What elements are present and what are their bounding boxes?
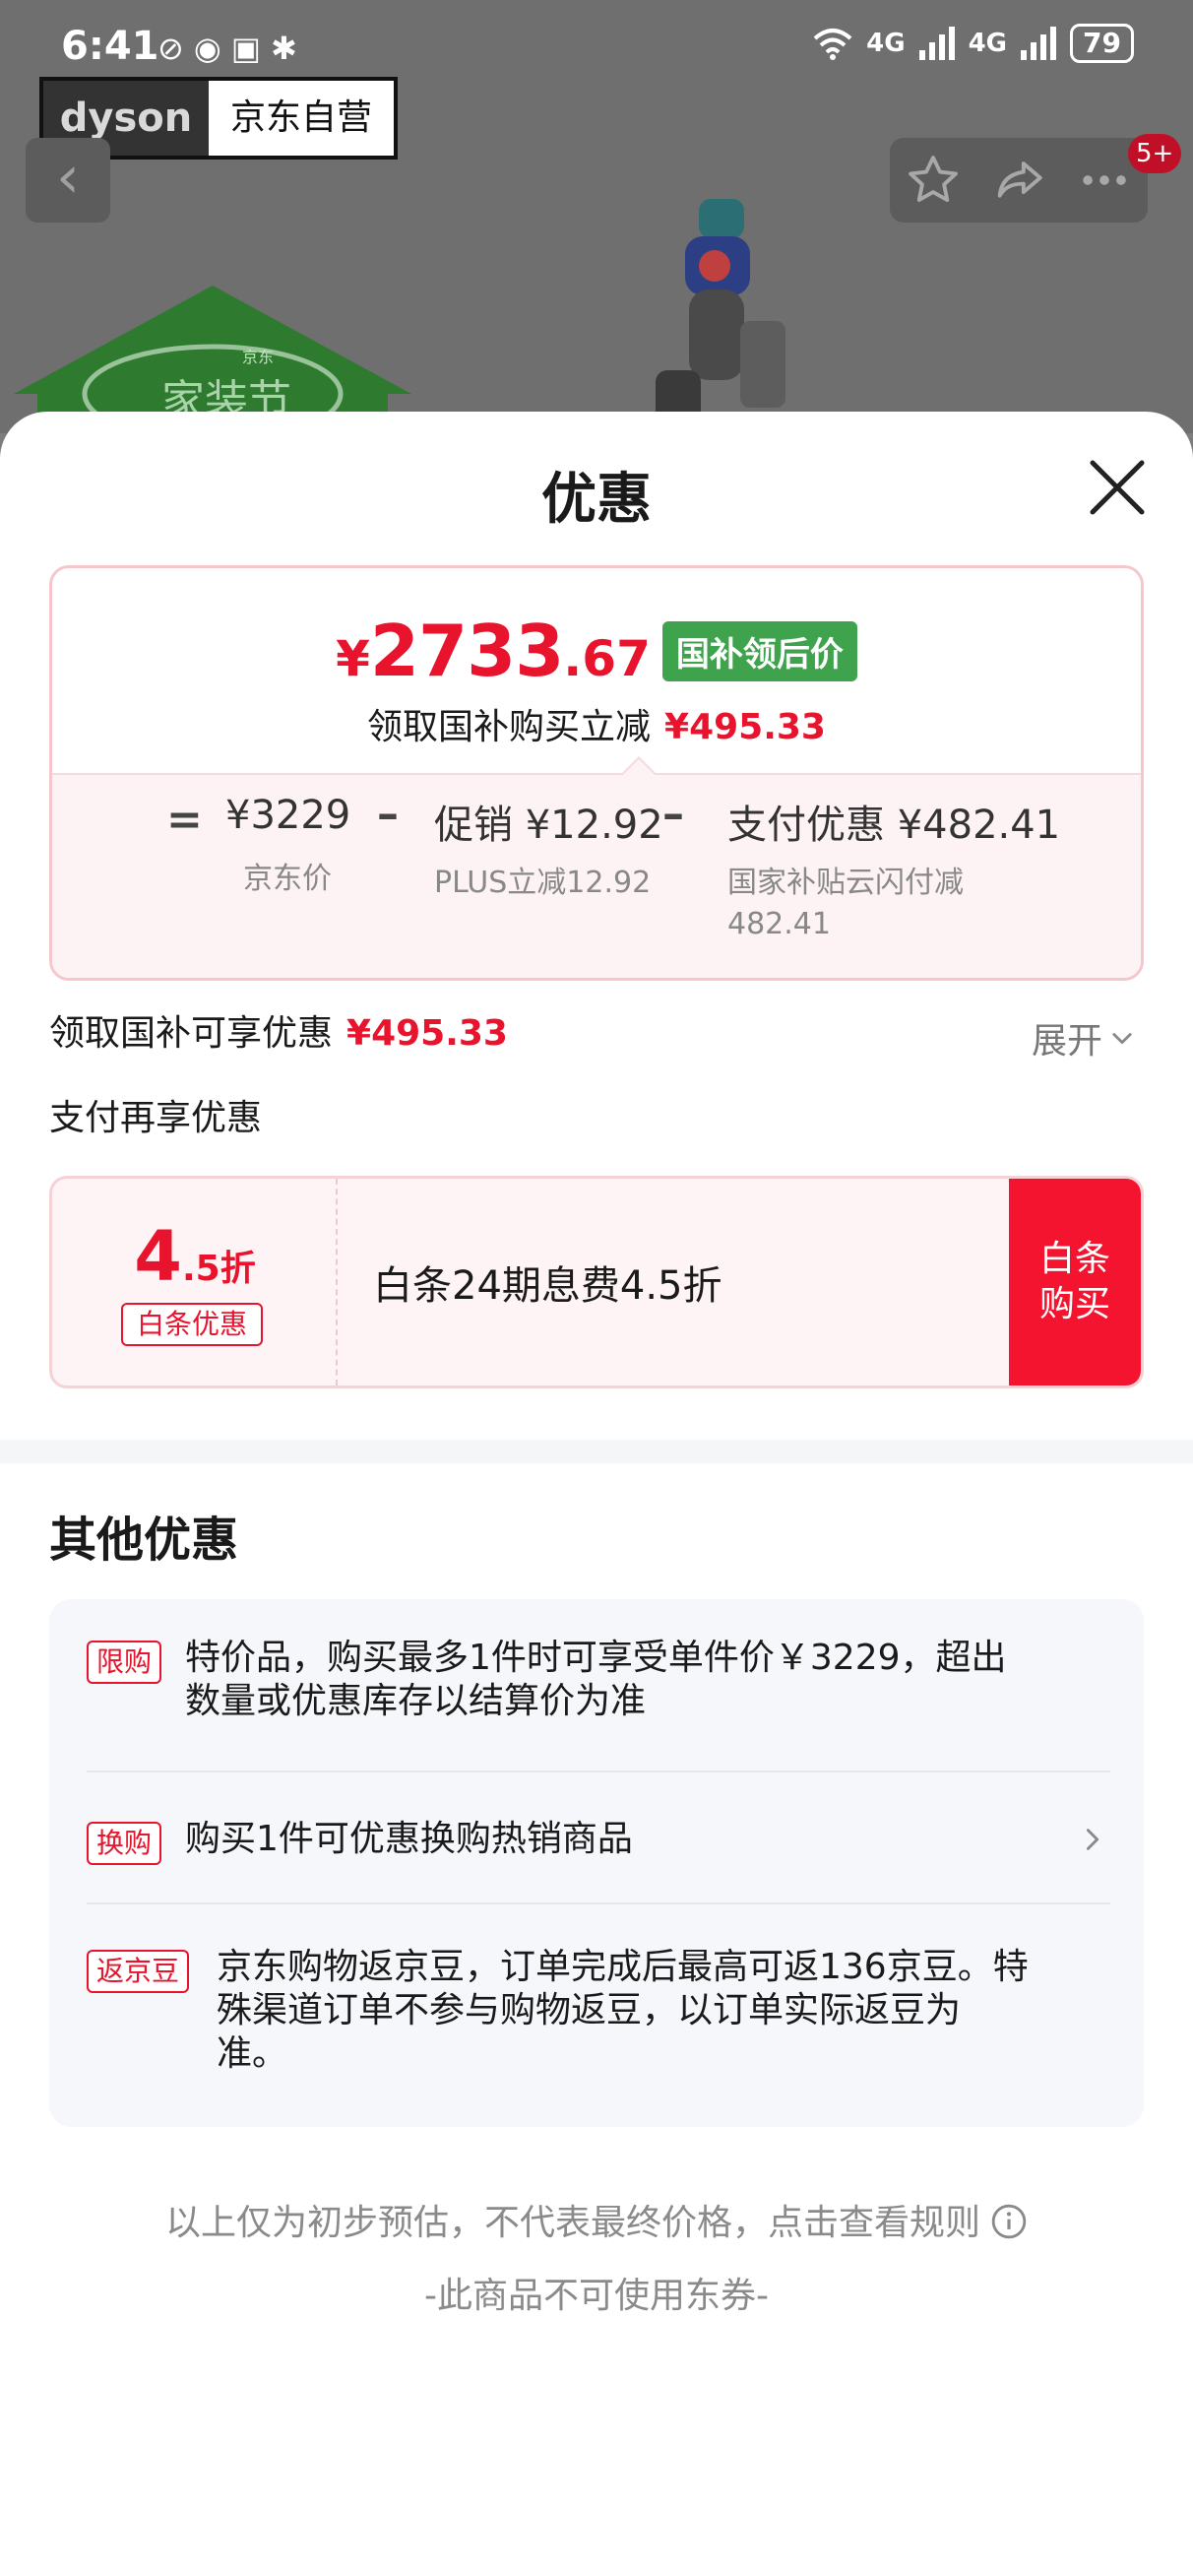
message-count-badge: 5+: [1128, 134, 1182, 173]
nfc-icon: ▣: [230, 30, 261, 67]
back-button[interactable]: ‹: [26, 138, 110, 223]
equals-sign: =: [166, 795, 203, 845]
network-label-2: 4G: [968, 29, 1008, 58]
bluetooth-icon: ✱: [270, 30, 297, 67]
exchange-purchase-text: 购买1件可优惠换购热销商品: [185, 1819, 633, 1859]
minus-sign-1: –: [377, 789, 399, 839]
other-discounts-list: 限购 特价品，购买最多1件时可享受单件价￥3229，超出 数量或优惠库存以结算价…: [49, 1599, 1144, 2127]
promo-value: 促销 ¥12.92: [434, 793, 663, 850]
currency-symbol: ¥: [336, 630, 370, 687]
final-price: ¥2733.67 国补领后价: [52, 610, 1141, 692]
expand-button[interactable]: 展开: [1032, 1012, 1136, 1063]
pay-label-line2: 482.41: [727, 907, 831, 941]
baitiao-rate: 4.5折: [52, 1216, 338, 1297]
gov-subsidy-row: 领取国补可享优惠 ¥495.33: [49, 1004, 508, 1056]
price-summary: ¥2733.67 国补领后价 领取国补购买立减 ¥495.33: [52, 568, 1141, 773]
pay-section-label: 支付再享优惠: [49, 1098, 263, 1138]
top-action-bar: [890, 138, 1148, 223]
pay-amount: ¥482.41: [897, 803, 1061, 848]
other-discounts-title: 其他优惠: [49, 1513, 239, 1568]
price-decimal: .67: [563, 630, 651, 687]
baitiao-offer-card[interactable]: 4.5折 白条优惠 白条24期息费4.5折 白条购买: [49, 1176, 1144, 1388]
battery-icon: 79: [1070, 24, 1134, 63]
divider: [87, 1902, 1110, 1904]
rules-disclaimer[interactable]: 以上仅为初步预估，不代表最终价格，点击查看规则: [0, 2194, 1193, 2245]
list-item-jingdou-rebate: 返京豆 京东购物返京豆，订单完成后最高可返136京豆。特 殊渠道订单不参与购物返…: [87, 1946, 1110, 2093]
jingdou-rebate-line2: 殊渠道订单不参与购物返豆，以订单实际返豆为: [217, 1990, 962, 2030]
expand-label: 展开: [1032, 1021, 1103, 1062]
jingdou-rebate-line3: 准。: [217, 2033, 288, 2074]
promo-small-label: 京东: [242, 348, 274, 366]
chevron-left-icon: ‹: [56, 143, 80, 212]
status-time: 6:41: [61, 24, 159, 69]
baitiao-rate-block: 4.5折 白条优惠: [52, 1179, 338, 1385]
buy-label-line2: 购买: [1038, 1284, 1110, 1324]
promo-prefix: 促销: [434, 803, 513, 848]
limit-purchase-line1: 特价品，购买最多1件时可享受单件价￥3229，超出: [185, 1638, 1007, 1678]
pay-discount-value: 支付优惠 ¥482.41: [727, 793, 1060, 850]
status-right-icons: 4G 4G 79: [813, 24, 1134, 63]
status-left-icons: ⊘ ◉ ▣ ✱: [157, 30, 297, 67]
gov-subsidy-amount: ¥495.33: [346, 1013, 508, 1054]
price-integer: 2733: [369, 610, 564, 692]
buy-label-line1: 白条: [1038, 1239, 1110, 1279]
promo-label: PLUS立减12.92: [434, 866, 652, 900]
baitiao-description: 白条24期息费4.5折: [373, 1263, 722, 1309]
price-subtitle: 领取国补购买立减 ¥495.33: [52, 698, 1141, 749]
gov-subsidy-label: 领取国补可享优惠: [49, 1013, 334, 1054]
limit-purchase-line2: 数量或优惠库存以结算价为准: [185, 1681, 647, 1721]
signal-icon-2: [1021, 27, 1057, 60]
disclaimer-text: 以上仅为初步预估，不代表最终价格，点击查看规则: [164, 2203, 980, 2243]
no-coupon-note: -此商品不可使用东券-: [424, 2276, 769, 2316]
info-icon[interactable]: [990, 2203, 1028, 2240]
share-icon[interactable]: [990, 152, 1047, 209]
rate-small: .5折: [181, 1249, 256, 1289]
rate-big: 4: [134, 1216, 182, 1297]
wifi-icon: [813, 29, 852, 60]
subtitle-amount: ¥495.33: [664, 707, 826, 747]
baitiao-tag: 白条优惠: [121, 1303, 263, 1346]
price-tag-badge: 国补领后价: [661, 621, 857, 681]
subtitle-text: 领取国补购买立减: [367, 707, 652, 747]
network-label-1: 4G: [866, 29, 906, 58]
speed-icon: ⊘: [157, 30, 184, 67]
divider: [87, 1771, 1110, 1772]
background-product-page: 6:41 ⊘ ◉ ▣ ✱ 4G 4G 79 dyson 京东自营 ‹ 5+ 京东…: [0, 0, 1193, 433]
list-item-exchange-purchase[interactable]: 换购 购买1件可优惠换购热销商品: [87, 1818, 1110, 1867]
list-item-limit-purchase: 限购 特价品，购买最多1件时可享受单件价￥3229，超出 数量或优惠库存以结算价…: [87, 1637, 1110, 1735]
baitiao-buy-button[interactable]: 白条 购买: [1009, 1179, 1141, 1385]
price-formula: = ¥3229 京东价 – 促销 ¥12.92 PLUS立减12.92 – 支付…: [52, 773, 1141, 978]
jingdou-rebate-line1: 京东购物返京豆，订单完成后最高可返136京豆。特: [217, 1947, 1029, 1987]
base-price-value: ¥3229: [225, 793, 351, 838]
limit-purchase-tag: 限购: [87, 1641, 162, 1684]
section-divider: [0, 1440, 1193, 1463]
star-icon[interactable]: [905, 152, 962, 209]
pay-prefix: 支付优惠: [727, 803, 885, 848]
eye-icon: ◉: [193, 30, 221, 67]
sheet-title: 优惠: [541, 468, 652, 532]
exchange-purchase-tag: 换购: [87, 1822, 162, 1865]
discount-sheet: 优惠 ¥2733.67 国补领后价 领取国补购买立减 ¥495.33 = ¥3229…: [0, 412, 1193, 2576]
more-icon[interactable]: [1076, 152, 1133, 209]
jingdou-rebate-tag: 返京豆: [87, 1950, 190, 1993]
chevron-right-icon: [1086, 1829, 1099, 1850]
store-label: 京东自营: [229, 97, 372, 138]
base-price-label: 京东价: [243, 862, 332, 896]
chevron-down-icon: [1112, 1033, 1132, 1045]
baitiao-buy-label: 白条 购买: [1039, 1237, 1110, 1327]
price-breakdown-card: ¥2733.67 国补领后价 领取国补购买立减 ¥495.33 = ¥3229 京东…: [49, 565, 1144, 981]
close-icon[interactable]: [1083, 453, 1152, 522]
promo-amount: ¥12.92: [525, 803, 663, 848]
minus-sign-2: –: [662, 789, 684, 839]
signal-icon-1: [918, 27, 955, 60]
vacuum-product-image: [656, 199, 785, 425]
pay-label-line1: 国家补贴云闪付减: [727, 866, 964, 900]
